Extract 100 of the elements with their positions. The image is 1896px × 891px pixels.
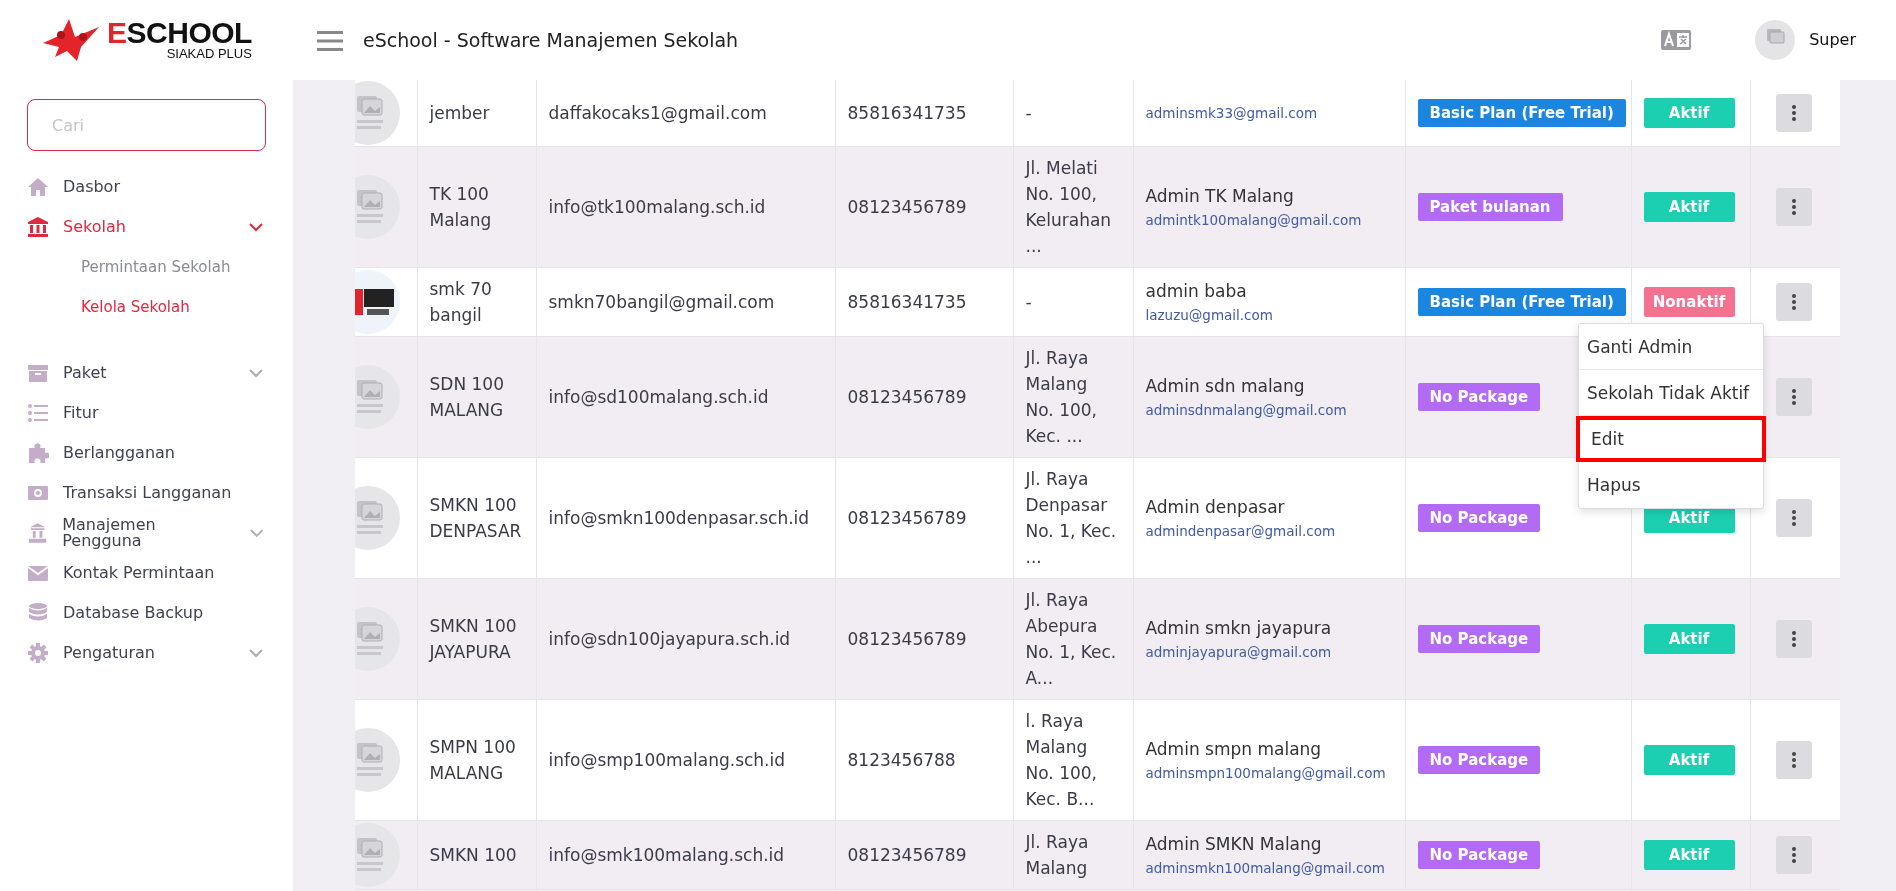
status-badge: Nonaktif xyxy=(1643,287,1735,317)
kebab-icon xyxy=(1791,199,1796,215)
sidebar-item[interactable]: Pengaturan xyxy=(0,633,293,673)
more-button[interactable] xyxy=(1775,620,1812,658)
kebab-icon xyxy=(1791,752,1796,768)
phone-number: 85816341735 xyxy=(835,80,1013,147)
admin-email: adminsmk33@gmail.com xyxy=(1145,104,1319,123)
phone-number: 08123456789 xyxy=(835,336,1013,458)
sidebar-item[interactable]: Database Backup xyxy=(0,593,293,633)
more-button[interactable] xyxy=(1775,499,1812,537)
admin-email: admintk100malang@gmail.com xyxy=(1145,211,1363,230)
list-icon xyxy=(27,402,49,424)
address: Jl. Raya Abepura No. 1, Kec. A... xyxy=(1013,578,1133,700)
school-name: TK 100 Malang xyxy=(417,146,536,268)
admin-name: Admin smpn malang xyxy=(1145,738,1323,761)
address: - xyxy=(1013,80,1133,147)
sidebar-item[interactable]: Manajemen Pengguna xyxy=(0,513,293,553)
logo-text: ESCHOOL xyxy=(107,19,252,47)
school-name: jember xyxy=(417,80,536,147)
school-email: info@sd100malang.sch.id xyxy=(536,336,835,458)
logo-tagline: SIAKAD PLUS xyxy=(165,47,252,61)
phone-number: 08123456789 xyxy=(835,820,1013,890)
school-email: info@smkn100denpasar.sch.id xyxy=(536,457,835,579)
school-name: SMPN 100 MALANG xyxy=(417,699,536,821)
admin-email: adminsmpn100malang@gmail.com xyxy=(1145,764,1387,783)
menu-item[interactable]: Edit xyxy=(1576,416,1766,462)
school-name: SMKN 100 xyxy=(417,820,536,890)
package-badge: Paket bulanan xyxy=(1417,193,1563,221)
school-name: SMKN 100 JAYAPURA xyxy=(417,578,536,700)
translate-icon[interactable] xyxy=(1661,30,1692,50)
address: Jl. Raya Malang xyxy=(1013,820,1133,890)
archive-icon xyxy=(27,362,49,384)
sidebar-item[interactable]: Berlangganan xyxy=(0,433,293,473)
status-badge: Aktif xyxy=(1643,98,1735,128)
kebab-icon xyxy=(1791,294,1796,310)
admin-name: Admin SMKN Malang xyxy=(1145,833,1323,856)
admin-name: Admin sdn malang xyxy=(1145,375,1306,398)
kebab-icon xyxy=(1791,389,1796,405)
school-email: daffakocaks1@gmail.com xyxy=(536,80,835,147)
school-email: info@tk100malang.sch.id xyxy=(536,146,835,268)
phone-number: 08123456789 xyxy=(835,146,1013,268)
admin-name: Admin denpasar xyxy=(1145,496,1286,519)
admin-name: Admin TK Malang xyxy=(1145,185,1295,208)
more-button[interactable] xyxy=(1775,283,1812,321)
sidebar-item[interactable]: Paket xyxy=(0,353,293,393)
address: l. Raya Malang No. 100, Kec. B... xyxy=(1013,699,1133,821)
menu-button[interactable] xyxy=(317,28,343,52)
admin-name: admin baba xyxy=(1145,280,1248,303)
package-badge: No Package xyxy=(1417,841,1541,869)
kebab-icon xyxy=(1791,847,1796,863)
package-badge: No Package xyxy=(1417,746,1541,774)
address: - xyxy=(1013,267,1133,337)
sidebar-item[interactable]: Kontak Permintaan xyxy=(0,553,293,593)
admin-email: admindenpasar@gmail.com xyxy=(1145,522,1337,541)
kebab-icon xyxy=(1791,105,1796,121)
package-badge: Basic Plan (Free Trial) xyxy=(1417,99,1626,127)
address: Jl. Raya Malang No. 100, Kec. ... xyxy=(1013,336,1133,458)
sidebar-item[interactable]: Sekolah xyxy=(0,207,293,247)
phone-number: 08123456789 xyxy=(835,578,1013,700)
school-name: smk 70 bangil xyxy=(417,267,536,337)
school-name: SMKN 100 DENPASAR xyxy=(417,457,536,579)
status-badge: Aktif xyxy=(1643,624,1735,654)
package-badge: No Package xyxy=(1417,504,1541,532)
building-icon xyxy=(27,522,49,544)
phone-number: 85816341735 xyxy=(835,267,1013,337)
sidebar-item[interactable]: Fitur xyxy=(0,393,293,433)
package-badge: Basic Plan (Free Trial) xyxy=(1417,288,1626,316)
admin-email: lazuzu@gmail.com xyxy=(1145,306,1274,325)
phone-number: 8123456788 xyxy=(835,699,1013,821)
phone-number: 08123456789 xyxy=(835,457,1013,579)
more-button[interactable] xyxy=(1775,94,1812,132)
admin-email: adminsdnmalang@gmail.com xyxy=(1145,401,1348,420)
more-button[interactable] xyxy=(1775,188,1812,226)
search-field[interactable]: Cari xyxy=(27,99,266,151)
submenu-item[interactable]: Permintaan Sekolah xyxy=(0,247,293,287)
home-icon xyxy=(27,176,49,198)
status-badge: Aktif xyxy=(1643,192,1735,222)
more-button[interactable] xyxy=(1775,836,1812,874)
status-badge: Aktif xyxy=(1643,840,1735,870)
status-badge: Aktif xyxy=(1643,745,1735,775)
admin-name: Admin smkn jayapura xyxy=(1145,617,1333,640)
sidebar-item[interactable]: Transaksi Langganan xyxy=(0,473,293,513)
bank-icon xyxy=(27,216,49,238)
sidebar-item[interactable]: Dasbor xyxy=(0,167,293,207)
menu-item[interactable]: Sekolah Tidak Aktif xyxy=(1579,370,1763,416)
address: Jl. Raya Denpasar No. 1, Kec. ... xyxy=(1013,457,1133,579)
school-email: smkn70bangil@gmail.com xyxy=(536,267,835,337)
kebab-icon xyxy=(1791,510,1796,526)
more-button[interactable] xyxy=(1775,378,1812,416)
menu-item[interactable]: Ganti Admin xyxy=(1579,324,1763,370)
submenu-item[interactable]: Kelola Sekolah xyxy=(0,287,293,327)
admin-email: adminsmkn100malang@gmail.com xyxy=(1145,859,1386,878)
puzzle-icon xyxy=(27,442,49,464)
user-name[interactable]: Super xyxy=(1809,28,1856,52)
school-name: SDN 100 MALANG xyxy=(417,336,536,458)
package-badge: No Package xyxy=(1417,625,1541,653)
kebab-icon xyxy=(1791,631,1796,647)
more-button[interactable] xyxy=(1775,741,1812,779)
menu-icon xyxy=(317,29,343,52)
school-email: info@smk100malang.sch.id xyxy=(536,820,835,890)
